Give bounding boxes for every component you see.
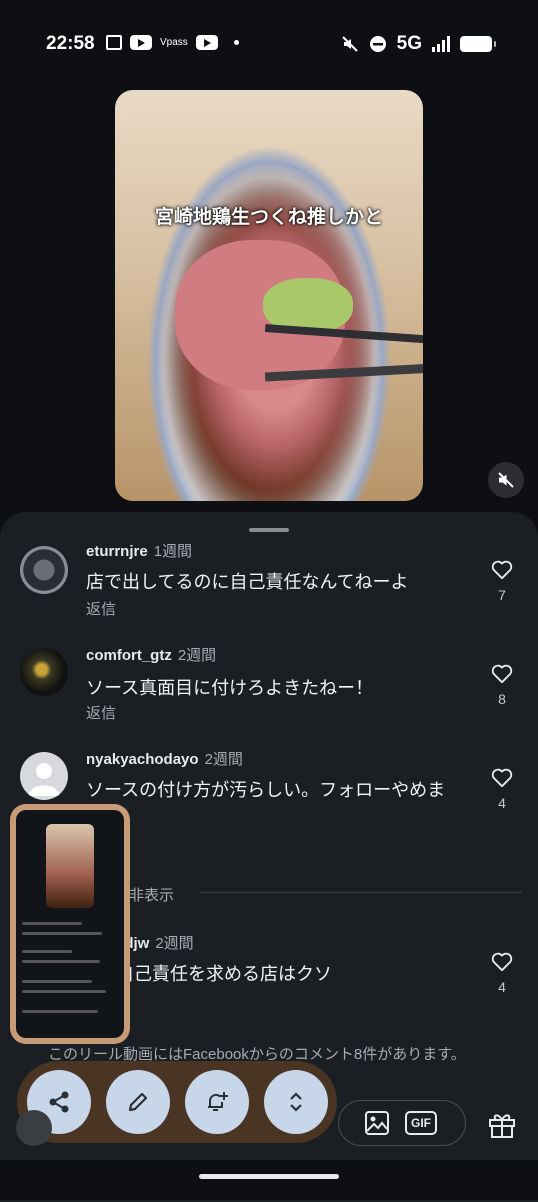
gif-button[interactable]: GIF — [405, 1111, 437, 1135]
default-avatar-icon — [28, 763, 60, 796]
system-navigation-bar — [0, 1160, 538, 1200]
youtube-icon — [195, 35, 218, 50]
heart-icon — [491, 952, 513, 972]
screenshot-icon — [106, 35, 122, 50]
bell-plus-icon — [208, 1092, 228, 1111]
comment-username[interactable]: nyakyachodayo 2週間 — [86, 748, 243, 769]
status-time: 22:58 — [46, 33, 95, 54]
comment-time: 2週間 — [204, 751, 243, 768]
chevron-updown-icon — [290, 1092, 302, 1112]
comment-time: 2週間 — [177, 647, 217, 664]
reel-video[interactable]: 宮崎地鶏生つくね推しかと — [115, 90, 423, 501]
heart-icon — [491, 560, 513, 580]
preview-video — [46, 824, 94, 908]
status-bar: 22:58 Vpass 5G — [0, 0, 538, 88]
heart-icon — [491, 768, 513, 788]
like-count: 8 — [498, 691, 506, 707]
screenshot-action-bar — [17, 1061, 337, 1143]
avatar[interactable] — [20, 752, 68, 800]
sheet-drag-handle[interactable] — [249, 528, 289, 532]
preview-line — [22, 1010, 98, 1013]
youtube-icon — [130, 35, 152, 50]
my-avatar — [16, 1110, 52, 1146]
divider — [200, 892, 522, 893]
more-notifications-dot — [233, 40, 239, 45]
mute-toggle-button[interactable] — [488, 462, 524, 498]
status-system-icons: 5G — [341, 33, 496, 55]
like-button[interactable]: 7 — [488, 560, 516, 603]
comment-username[interactable]: eturrnjre 1週間 — [86, 540, 192, 561]
comment-username[interactable]: comfort_gtz 2週間 — [86, 644, 216, 665]
comment-text: ソース真面目に付けろよきたねー！ — [86, 678, 374, 698]
screenshot-preview-thumbnail[interactable] — [10, 804, 130, 1044]
share-icon — [49, 1091, 69, 1113]
expand-button[interactable] — [264, 1070, 328, 1134]
mute-status-icon — [341, 36, 358, 52]
image-icon[interactable] — [363, 1109, 391, 1137]
comment-text: ソースの付け方が汚らしい。フォローやめま — [86, 780, 446, 800]
preview-line — [22, 980, 92, 983]
comment-time: 1週間 — [153, 543, 193, 560]
preview-line — [22, 950, 72, 953]
like-count: 4 — [498, 795, 506, 811]
preview-line — [22, 932, 102, 935]
like-button[interactable]: 4 — [488, 952, 516, 995]
username[interactable]: comfort_gtz — [86, 647, 172, 664]
username[interactable]: nyakyachodayo — [86, 751, 199, 768]
signal-icon — [432, 36, 450, 52]
screenshot-preview-image — [16, 810, 124, 1038]
like-button[interactable]: 4 — [488, 768, 516, 811]
username[interactable]: eturrnjre — [86, 543, 148, 560]
like-count: 4 — [498, 979, 506, 995]
pencil-icon — [128, 1092, 148, 1112]
comment-input-bar[interactable]: GIF — [338, 1100, 466, 1146]
gift-button[interactable] — [486, 1108, 518, 1145]
preview-line — [22, 960, 100, 963]
comment-time: 2週間 — [155, 935, 194, 952]
avatar[interactable] — [20, 648, 68, 696]
home-gesture-handle[interactable] — [199, 1174, 339, 1179]
network-type: 5G — [396, 33, 422, 54]
like-button[interactable]: 8 — [488, 664, 516, 707]
gift-icon — [489, 1114, 515, 1138]
like-count: 7 — [498, 587, 506, 603]
dnd-icon — [369, 36, 386, 52]
avatar[interactable] — [20, 546, 68, 594]
video-caption: 宮崎地鶏生つくね推しかと — [154, 206, 383, 228]
reminder-button[interactable] — [185, 1070, 249, 1134]
comment-text: 店で出してるのに自己責任なんてねーよ — [86, 572, 409, 592]
reply-button[interactable]: 返信 — [86, 702, 116, 723]
preview-line — [22, 922, 82, 925]
speaker-muted-icon — [498, 472, 514, 488]
edit-button[interactable] — [106, 1070, 170, 1134]
preview-line — [22, 990, 106, 993]
reply-button[interactable]: 返信 — [86, 598, 116, 619]
battery-icon — [460, 36, 496, 52]
heart-icon — [491, 664, 513, 684]
status-notification-icons: Vpass — [106, 35, 239, 50]
comment-text: 自己責任を求める店はクソ — [116, 964, 332, 984]
vpass-label: Vpass — [160, 37, 188, 48]
